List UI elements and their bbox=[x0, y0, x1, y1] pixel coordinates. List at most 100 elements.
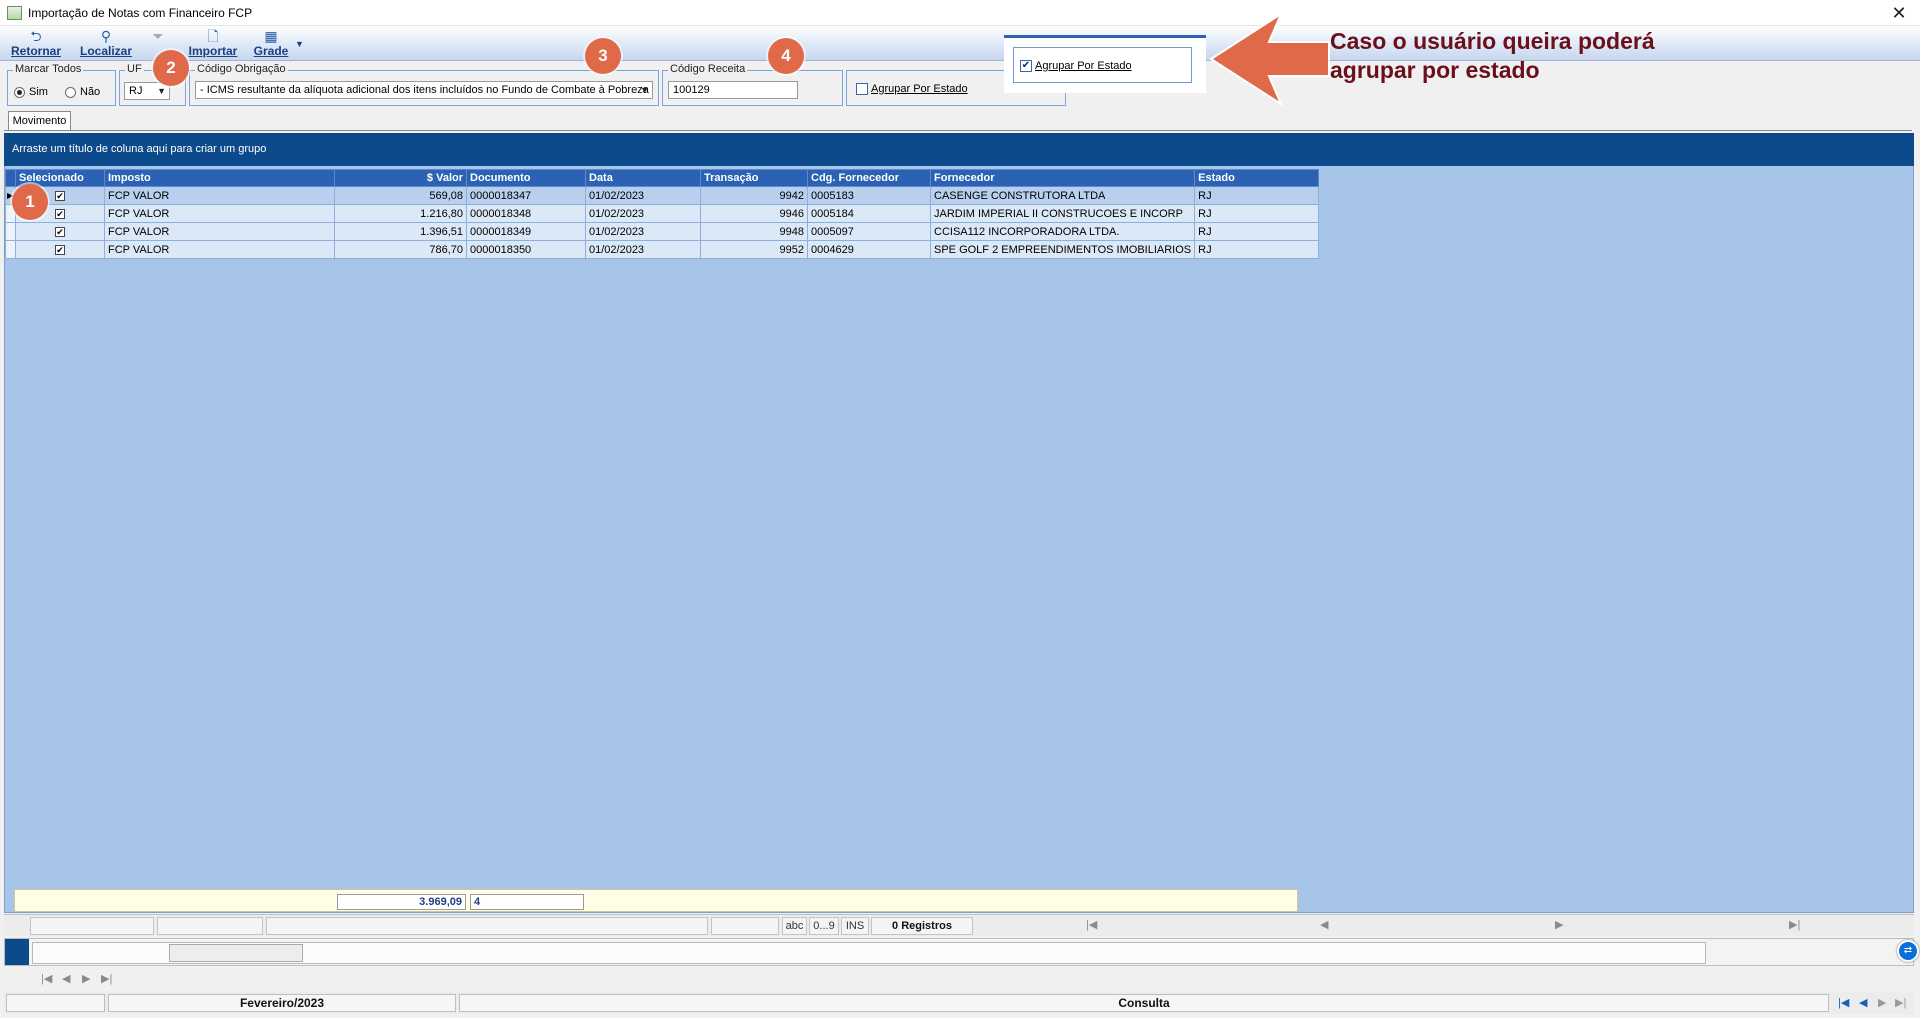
cell-cdg-fornecedor: 0005184 bbox=[807, 204, 931, 223]
first-record-icon[interactable]: |◀ bbox=[1086, 918, 1097, 931]
grade-button[interactable]: ▦ Grade bbox=[252, 28, 290, 59]
retornar-button[interactable]: ⮌ Retornar bbox=[10, 28, 62, 59]
chevron-down-icon: ▼ bbox=[640, 85, 649, 95]
next-record-icon[interactable]: ▶ bbox=[1555, 918, 1563, 931]
table-row[interactable]: ✔ FCP VALOR 786,70 0000018350 01/02/2023… bbox=[5, 240, 1320, 259]
callout-agrupar-checkbox[interactable]: ✔ bbox=[1020, 60, 1032, 72]
callout-agrupar-label: Agrupar Por Estado bbox=[1035, 60, 1132, 72]
cell-estado: RJ bbox=[1194, 222, 1320, 241]
prev-page-icon[interactable]: ◀ bbox=[1859, 996, 1867, 1009]
cell-transacao: 9952 bbox=[700, 240, 808, 259]
column-header-data[interactable]: Data bbox=[585, 169, 701, 187]
detail-nav-row: |◀ ◀ ▶ ▶| bbox=[4, 966, 1914, 992]
detail-next-icon[interactable]: ▶ bbox=[82, 972, 90, 985]
callout-agrupar-field: ✔ Agrupar Por Estado bbox=[1013, 47, 1192, 83]
last-page-icon[interactable]: ▶| bbox=[1895, 996, 1906, 1009]
detail-subfield[interactable] bbox=[169, 944, 303, 962]
teamviewer-icon[interactable]: ⇄ bbox=[1897, 940, 1919, 962]
column-header-cdg-fornecedor[interactable]: Cdg. Fornecedor bbox=[807, 169, 931, 187]
table-row[interactable]: ▶ ✔ FCP VALOR 569,08 0000018347 01/02/20… bbox=[5, 186, 1320, 205]
total-valor: 3.969,09 bbox=[337, 894, 466, 910]
radio-sim-dot[interactable] bbox=[14, 86, 25, 98]
badge-3: 3 bbox=[585, 38, 621, 74]
marcar-todos-group: Marcar Todos Sim Não bbox=[7, 63, 116, 106]
column-header-estado[interactable]: Estado bbox=[1194, 169, 1320, 187]
detail-last-icon[interactable]: ▶| bbox=[101, 972, 112, 985]
row-indicator-icon[interactable] bbox=[5, 222, 16, 241]
cell-cdg-fornecedor: 0005183 bbox=[807, 186, 931, 205]
grid-footer: 3.969,09 4 bbox=[14, 889, 1298, 912]
cell-valor: 569,08 bbox=[334, 186, 467, 205]
tab-divider bbox=[4, 130, 1912, 131]
grid-corner-icon[interactable] bbox=[5, 169, 16, 187]
importar-button[interactable]: 🗋 Importar bbox=[186, 28, 240, 59]
cell-documento: 0000018349 bbox=[466, 222, 586, 241]
cell-valor: 786,70 bbox=[334, 240, 467, 259]
cell-documento: 0000018347 bbox=[466, 186, 586, 205]
checkbox-icon[interactable]: ✔ bbox=[55, 244, 65, 255]
radio-nao-dot[interactable] bbox=[65, 86, 76, 98]
cell-fornecedor: CCISA112 INCORPORADORA LTDA. bbox=[929, 222, 1196, 241]
cell-cdg-fornecedor: 0005097 bbox=[807, 222, 931, 241]
codigo-receita-input[interactable]: 100129 bbox=[668, 81, 798, 99]
cell-estado: RJ bbox=[1194, 240, 1320, 259]
detail-prev-icon[interactable]: ◀ bbox=[62, 972, 70, 985]
column-header-fornecedor[interactable]: Fornecedor bbox=[929, 169, 1196, 187]
cell-imposto: FCP VALOR bbox=[104, 186, 335, 205]
uf-legend: UF bbox=[125, 63, 144, 75]
table-row[interactable]: ✔ FCP VALOR 1.396,51 0000018349 01/02/20… bbox=[5, 222, 1320, 241]
status-cell bbox=[711, 917, 779, 935]
codigo-obrigacao-select[interactable]: - ICMS resultante da alíquota adicional … bbox=[195, 81, 653, 99]
detail-indicator bbox=[5, 939, 29, 965]
status-bar: Fevereiro/2023 Consulta |◀ ◀ ▶ ▶| bbox=[4, 992, 1914, 1014]
status-cell bbox=[157, 917, 263, 935]
ins-indicator: INS bbox=[841, 917, 869, 935]
checkbox-icon[interactable]: ✔ bbox=[55, 190, 65, 201]
checkbox-icon[interactable]: ✔ bbox=[55, 226, 65, 237]
agrupar-checkbox[interactable] bbox=[856, 83, 868, 95]
column-header-transacao[interactable]: Transação bbox=[700, 169, 808, 187]
prev-record-icon[interactable]: ◀ bbox=[1320, 918, 1328, 931]
codigo-obrigacao-legend: Código Obrigação bbox=[195, 63, 288, 75]
grid-icon: ▦ bbox=[264, 28, 278, 44]
uf-select[interactable]: RJ ▼ bbox=[124, 82, 170, 100]
cell-data: 01/02/2023 bbox=[585, 186, 701, 205]
marcar-todos-legend: Marcar Todos bbox=[13, 63, 84, 75]
cell-fornecedor: CASENGE CONSTRUTORA LTDA bbox=[929, 186, 1196, 205]
total-count: 4 bbox=[470, 894, 584, 910]
row-indicator-icon[interactable] bbox=[5, 240, 16, 259]
group-by-bar[interactable]: Arraste um título de coluna aqui para cr… bbox=[4, 133, 1914, 166]
column-header-imposto[interactable]: Imposto bbox=[104, 169, 335, 187]
chevron-down-icon: ▼ bbox=[157, 86, 166, 96]
badge-4: 4 bbox=[768, 38, 804, 74]
close-icon[interactable]: ✕ bbox=[1884, 1, 1914, 25]
detail-first-icon[interactable]: |◀ bbox=[41, 972, 52, 985]
tab-movimento[interactable]: Movimento bbox=[8, 111, 71, 131]
next-page-icon[interactable]: ▶ bbox=[1878, 996, 1886, 1009]
column-header-documento[interactable]: Documento bbox=[466, 169, 586, 187]
cell-imposto: FCP VALOR bbox=[104, 204, 335, 223]
grid-table: Selecionado Imposto $ Valor Documento Da… bbox=[5, 169, 1320, 259]
last-record-icon[interactable]: ▶| bbox=[1789, 918, 1800, 931]
localizar-button[interactable]: ⚲ Localizar bbox=[80, 28, 132, 59]
checkbox-icon[interactable]: ✔ bbox=[55, 208, 65, 219]
first-page-icon[interactable]: |◀ bbox=[1838, 996, 1849, 1009]
table-row[interactable]: ✔ FCP VALOR 1.216,80 0000018348 01/02/20… bbox=[5, 204, 1320, 223]
cell-transacao: 9946 bbox=[700, 204, 808, 223]
radio-sim[interactable]: Sim bbox=[14, 86, 48, 98]
row-checkbox[interactable]: ✔ bbox=[15, 222, 105, 241]
digits-indicator: 0...9 bbox=[809, 917, 839, 935]
filter-icon: ⏷ bbox=[152, 28, 164, 44]
radio-nao[interactable]: Não bbox=[65, 86, 100, 98]
cell-documento: 0000018350 bbox=[466, 240, 586, 259]
cell-transacao: 9948 bbox=[700, 222, 808, 241]
grade-dropdown-icon[interactable]: ▼ bbox=[295, 39, 304, 49]
codigo-obrigacao-group: Código Obrigação - ICMS resultante da al… bbox=[189, 63, 659, 106]
row-checkbox[interactable]: ✔ bbox=[15, 240, 105, 259]
document-icon: 🗋 bbox=[207, 28, 219, 44]
cell-estado: RJ bbox=[1194, 186, 1320, 205]
cell-transacao: 9942 bbox=[700, 186, 808, 205]
codigo-receita-group: Código Receita 100129 bbox=[662, 63, 843, 106]
column-header-valor[interactable]: $ Valor bbox=[334, 169, 467, 187]
modo-panel: Consulta bbox=[459, 994, 1829, 1012]
